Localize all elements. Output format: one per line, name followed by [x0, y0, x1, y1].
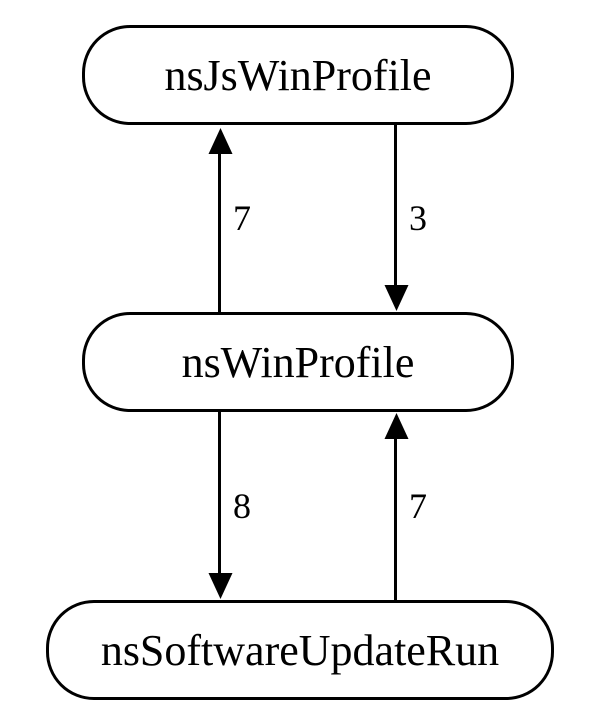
edge-top-to-mid-label: 3 [409, 197, 427, 239]
node-label: nsWinProfile [182, 337, 415, 388]
edge-mid-to-bottom-arrow [209, 573, 233, 599]
node-nswinprofile: nsWinProfile [82, 312, 514, 412]
edge-top-to-mid-line [394, 125, 397, 287]
edge-bottom-to-mid-label: 7 [409, 485, 427, 527]
node-label: nsSoftwareUpdateRun [101, 625, 499, 676]
node-label: nsJsWinProfile [164, 50, 431, 101]
node-nsjswinprofile: nsJsWinProfile [82, 25, 514, 125]
edge-top-to-mid-arrow [385, 285, 409, 311]
diagram-canvas: nsJsWinProfile nsWinProfile nsSoftwareUp… [0, 0, 606, 727]
edge-mid-to-bottom-label: 8 [233, 485, 251, 527]
edge-bottom-to-mid-arrow [385, 413, 409, 439]
edge-bottom-to-mid-line [394, 437, 397, 600]
edge-mid-to-top-line [218, 150, 221, 312]
edge-mid-to-bottom-line [218, 412, 221, 575]
node-nssoftwareupdaterun: nsSoftwareUpdateRun [46, 600, 554, 700]
edge-mid-to-top-label: 7 [233, 197, 251, 239]
edge-mid-to-top-arrow [209, 128, 233, 154]
